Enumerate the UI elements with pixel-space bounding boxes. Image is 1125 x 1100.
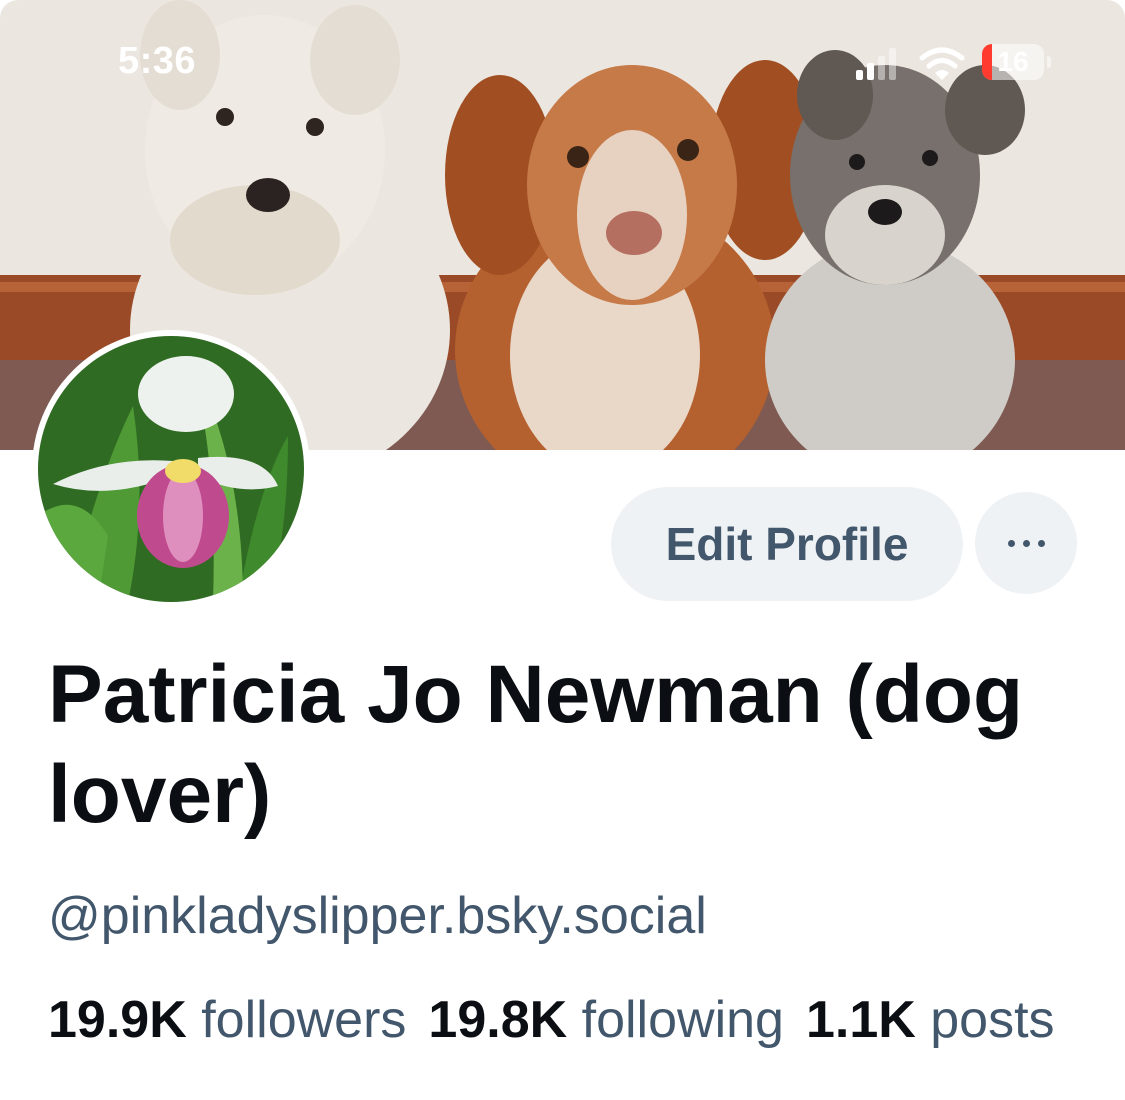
avatar[interactable] [32, 330, 310, 608]
edit-profile-button[interactable]: Edit Profile [611, 487, 963, 601]
signal-icon [856, 48, 906, 80]
following-count: 19.8K [428, 991, 568, 1049]
followers-count: 19.9K [48, 991, 187, 1049]
following-label: following [581, 991, 784, 1049]
followers-label: followers [201, 991, 407, 1049]
status-bar: 5:36 16 [0, 0, 1125, 120]
posts-count: 1.1K [805, 991, 916, 1049]
wifi-icon [918, 46, 966, 82]
profile-stats: 19.9K followers 19.8K following 1.1K posts [48, 990, 1055, 1050]
profile-display-name: Patricia Jo Newman (dog lover) [48, 649, 1024, 840]
following-link[interactable]: 19.8K following [428, 991, 784, 1049]
posts-stat: 1.1K posts [806, 991, 1055, 1049]
posts-label: posts [930, 991, 1055, 1049]
more-icon [1004, 539, 1049, 547]
more-options-button[interactable] [975, 492, 1077, 594]
status-time: 5:36 [118, 40, 197, 82]
followers-link[interactable]: 19.9K followers [48, 991, 406, 1049]
battery-icon: 16 [982, 44, 1052, 82]
profile-handle: @pinkladyslipper.bsky.social [48, 887, 707, 945]
battery-level: 16 [997, 46, 1029, 77]
